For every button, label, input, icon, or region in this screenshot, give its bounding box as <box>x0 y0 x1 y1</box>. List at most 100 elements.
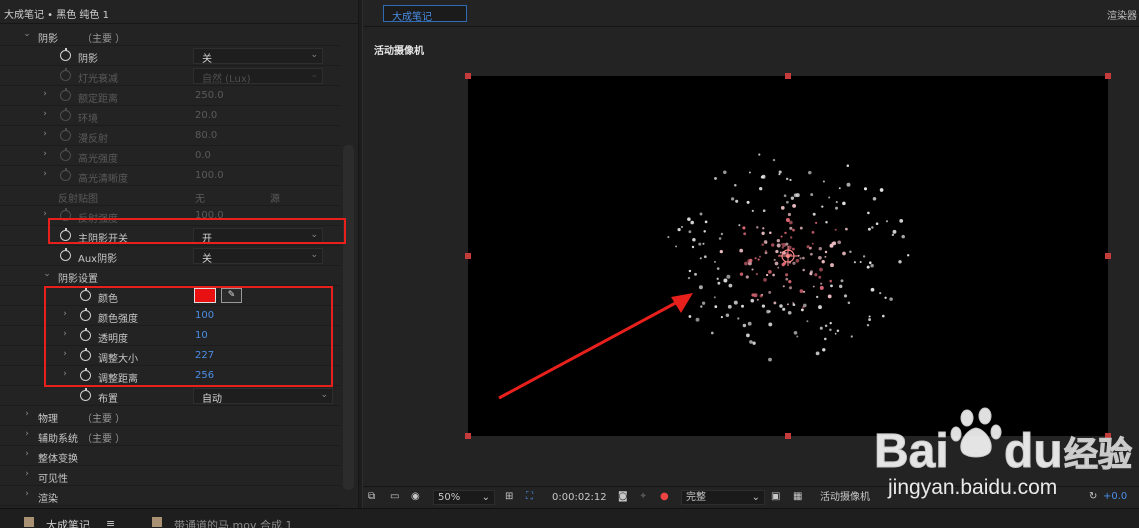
particle <box>725 313 730 317</box>
always-preview-icon[interactable]: ⧉ <box>368 491 375 502</box>
group-row[interactable]: ⌄ 阴影 （主要 ） <box>0 26 340 46</box>
particle <box>802 303 807 308</box>
property-row[interactable]: Aux阴影关 ⌄ <box>0 246 340 266</box>
property-dropdown[interactable]: 关 ⌄ <box>193 248 323 265</box>
tab-menu-icon[interactable]: ≡ <box>106 517 115 528</box>
handle-mr[interactable] <box>1105 253 1111 259</box>
property-row[interactable]: 阴影关 ⌄ <box>0 46 340 66</box>
property-dropdown[interactable]: 关 ⌄ <box>193 48 323 65</box>
particle <box>819 285 824 290</box>
particle <box>867 211 870 215</box>
chevron-icon[interactable]: › <box>22 409 32 419</box>
chevron-icon[interactable]: › <box>40 109 50 119</box>
chevron-icon[interactable]: ⌄ <box>42 269 52 279</box>
group-row[interactable]: › 辅助系统 （主要 ） <box>0 426 340 446</box>
timecode[interactable]: 0:00:02:12 <box>547 490 609 505</box>
particle <box>698 242 702 246</box>
particle <box>742 323 747 328</box>
group-row[interactable]: ⌄ 阴影设置 <box>0 266 340 286</box>
chevron-icon[interactable]: ⌄ <box>22 29 32 39</box>
property-row[interactable]: › 漫反射 80.0 <box>0 126 340 146</box>
zoom-dropdown[interactable]: 50% ⌄ <box>433 490 495 505</box>
particle <box>907 254 910 257</box>
region-icon[interactable]: ⛶ <box>526 491 533 502</box>
property-row[interactable]: › 额定距离 250.0 <box>0 86 340 106</box>
property-dropdown[interactable]: 自动 ⌄ <box>193 388 333 405</box>
mask-view-icon[interactable]: ◉ <box>411 491 420 502</box>
chevron-icon[interactable]: › <box>22 429 32 439</box>
handle-tc[interactable] <box>785 73 791 79</box>
particle <box>824 250 828 254</box>
handle-bl[interactable] <box>465 433 471 439</box>
chevron-icon[interactable]: › <box>40 89 50 99</box>
tab-timeline-2[interactable]: 带通道的马.mov 合成 1 <box>174 517 292 528</box>
chevron-icon[interactable]: › <box>22 449 32 459</box>
stopwatch-icon[interactable] <box>60 108 71 121</box>
property-dropdown[interactable]: 自然 (Lux) ⌄ <box>193 68 323 85</box>
stopwatch-icon[interactable] <box>60 68 71 81</box>
show-snapshot-icon[interactable]: ✦ <box>639 491 647 502</box>
particle <box>692 237 696 242</box>
chevron-icon[interactable]: › <box>22 469 32 479</box>
stopwatch-icon[interactable] <box>80 388 91 401</box>
particle <box>717 281 721 285</box>
resolution-dropdown[interactable]: 完整 ⌄ <box>681 490 765 505</box>
group-row[interactable]: › 整体变换 <box>0 446 340 466</box>
particle <box>738 224 741 227</box>
stopwatch-icon[interactable] <box>60 248 71 261</box>
property-row[interactable]: › 高光强度 0.0 <box>0 146 340 166</box>
particle <box>687 276 691 280</box>
property-row[interactable]: 灯光衰减 自然 (Lux) ⌄ <box>0 66 340 86</box>
chevron-icon[interactable]: › <box>40 129 50 139</box>
particle <box>824 255 827 258</box>
handle-tr[interactable] <box>1105 73 1111 79</box>
particle <box>870 287 875 292</box>
tab-timeline-1[interactable]: 大成笔记 <box>46 517 90 528</box>
property-row[interactable]: 反射贴图 无 源 <box>0 186 340 206</box>
roi-icon[interactable]: ▣ <box>771 491 780 502</box>
tab-composition[interactable]: 大成笔记 <box>383 5 467 23</box>
monitor-icon[interactable]: ▭ <box>390 491 399 502</box>
particle <box>898 260 902 264</box>
snapshot-icon[interactable]: ◙ <box>618 491 628 502</box>
particle <box>800 308 804 312</box>
chevron-icon[interactable]: › <box>40 149 50 159</box>
property-row[interactable]: › 环境 20.0 <box>0 106 340 126</box>
particle <box>785 242 789 246</box>
stopwatch-icon[interactable] <box>60 128 71 141</box>
group-row[interactable]: › 物理 （主要 ） <box>0 406 340 426</box>
particle <box>749 340 753 344</box>
stopwatch-icon[interactable] <box>60 148 71 161</box>
stopwatch-icon[interactable] <box>60 48 71 61</box>
particle <box>737 317 740 320</box>
transparency-grid-icon[interactable]: ▦ <box>793 491 802 502</box>
particle <box>720 316 723 319</box>
renderer-label[interactable]: 渲染器 <box>1107 7 1137 22</box>
property-row[interactable]: 布置 自动 ⌄ <box>0 386 340 406</box>
group-label: 辅助系统 <box>38 434 78 445</box>
chevron-icon[interactable]: › <box>22 489 32 499</box>
grid-icon[interactable]: ⊞ <box>505 491 513 502</box>
particle <box>784 231 787 235</box>
particle <box>866 323 870 327</box>
handle-tl[interactable] <box>465 73 471 79</box>
property-row[interactable]: › 高光清晰度 100.0 <box>0 166 340 186</box>
particle <box>842 251 846 256</box>
stopwatch-icon[interactable] <box>60 88 71 101</box>
particle <box>849 250 852 253</box>
group-row[interactable]: › 可见性 <box>0 466 340 486</box>
handle-bc[interactable] <box>785 433 791 439</box>
resolution-value: 完整 <box>686 492 706 503</box>
particle <box>769 231 772 235</box>
channel-icon[interactable]: ● <box>660 491 669 502</box>
group-row[interactable]: › 渲染 <box>0 486 340 506</box>
chevron-icon[interactable]: › <box>40 169 50 179</box>
handle-ml[interactable] <box>465 253 471 259</box>
scrollbar[interactable] <box>343 145 354 490</box>
stopwatch-icon[interactable] <box>60 168 71 181</box>
particle <box>779 304 783 308</box>
particle <box>752 341 756 345</box>
particle <box>881 314 885 318</box>
property-value-source: 源 <box>270 194 280 205</box>
brand-du: du <box>1004 425 1063 478</box>
